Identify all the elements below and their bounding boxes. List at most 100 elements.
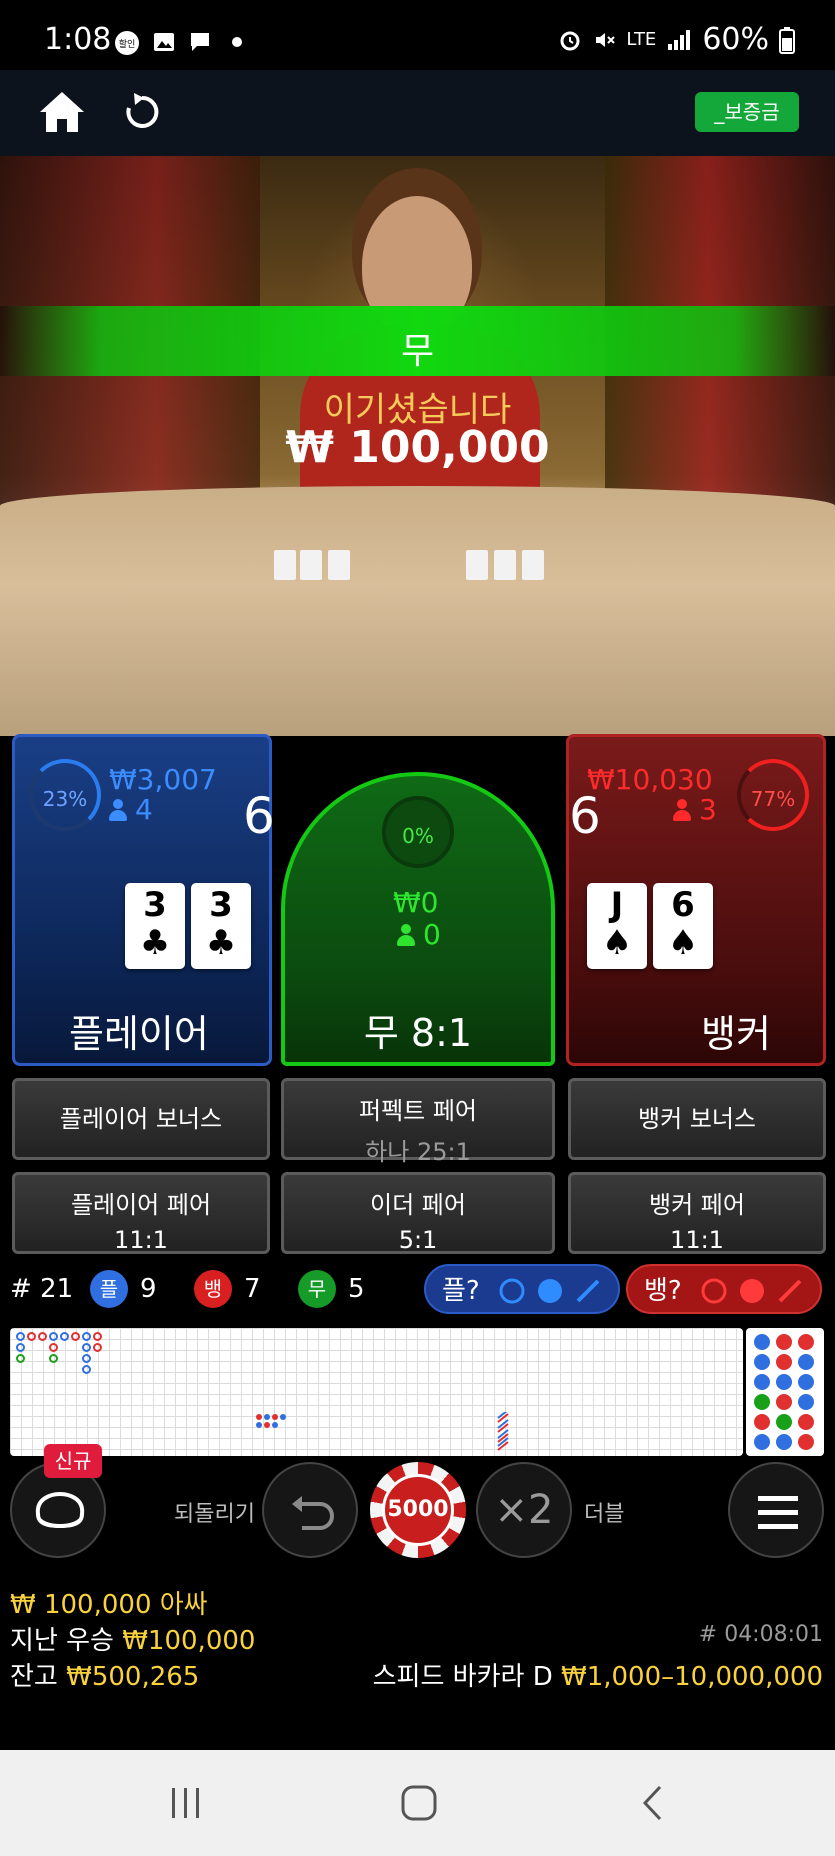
banker-bet-area[interactable]: 77% ₩10,030 3 6 J ♠ 6 ♠ 뱅커 (566, 734, 826, 1066)
undo-button[interactable] (262, 1462, 358, 1558)
road-mark (93, 1343, 102, 1352)
road-mark (754, 1354, 770, 1370)
player-win-count: 9 (140, 1274, 157, 1304)
road-mark (60, 1332, 69, 1341)
banker-pair-button[interactable]: 뱅커 페어 11:1 (568, 1172, 826, 1254)
banker-card: J ♠ (587, 883, 647, 969)
ask-banker-button[interactable]: 뱅? (626, 1264, 822, 1314)
status-time: 1:08 (44, 22, 112, 57)
table-card (274, 550, 296, 580)
roadmap-side-panel[interactable] (746, 1328, 824, 1456)
banker-count-row: 3 (673, 793, 717, 826)
win-amount: ₩ 100,000 (285, 422, 550, 473)
status-bar: 1:08 할인 LTE 60% (0, 0, 835, 70)
road-mark (256, 1414, 262, 1420)
menu-button[interactable] (728, 1462, 824, 1558)
road-mark (272, 1422, 278, 1428)
road-mark (264, 1414, 270, 1420)
balance-label: 잔고 (10, 1662, 58, 1692)
deposit-button[interactable]: _보증금 (695, 92, 799, 132)
game-id: # 04:08:01 (698, 1622, 823, 1647)
chip-5000[interactable]: 5000 (370, 1462, 466, 1558)
recent-apps-icon[interactable] (168, 1786, 204, 1820)
banker-bonus-button[interactable]: 뱅커 보너스 (568, 1078, 826, 1160)
round-number: # 21 (10, 1274, 74, 1304)
table-limits: ₩1,000–10,000,000 (560, 1662, 823, 1692)
tie-count-badge: 무 (298, 1270, 336, 1308)
player-score: 6 (243, 787, 275, 845)
perfect-pair-button[interactable]: 퍼펙트 페어 하나 25:1 (281, 1078, 555, 1166)
result-text: 무 (400, 331, 435, 372)
back-icon[interactable] (640, 1784, 666, 1822)
table-card (494, 550, 516, 580)
svg-text:할인: 할인 (119, 39, 136, 50)
road-mark (82, 1365, 91, 1374)
baccarat-table (0, 486, 835, 736)
player-count: 4 (135, 793, 153, 826)
player-card: 3 ♣ (125, 883, 185, 969)
road-mark (754, 1334, 770, 1350)
road-mark (776, 1334, 792, 1350)
road-mark (798, 1354, 814, 1370)
network-label: LTE (626, 29, 657, 50)
road-mark (38, 1332, 47, 1341)
road-mark (82, 1332, 91, 1341)
table-card (522, 550, 544, 580)
double-button[interactable]: ×2 (476, 1462, 572, 1558)
road-mark (71, 1332, 80, 1341)
last-win-label: 지난 우승 (10, 1626, 114, 1656)
road-mark (776, 1374, 792, 1390)
player-count-badge: 플 (90, 1270, 128, 1308)
road-mark (754, 1374, 770, 1390)
bet-suffix: 아싸 (159, 1590, 208, 1620)
road-mark (776, 1434, 792, 1450)
player-pair-button[interactable]: 플레이어 페어 11:1 (12, 1172, 270, 1254)
signal-icon (668, 29, 691, 50)
person-icon (109, 799, 127, 821)
bet-line: ₩ 100,000 아싸 (10, 1584, 208, 1621)
table-name: 스피드 바카라 D (372, 1662, 553, 1692)
home-icon[interactable] (38, 88, 86, 136)
banker-score: 6 (569, 787, 601, 845)
road-mark (256, 1422, 262, 1428)
android-nav-bar (0, 1750, 835, 1856)
road-mark (27, 1332, 36, 1341)
message-icon (188, 30, 212, 54)
road-mark (798, 1374, 814, 1390)
undo-icon (292, 1496, 334, 1530)
player-bet-area[interactable]: 23% ₩3,007 4 6 3 ♣ 3 ♣ 플레이어 (12, 734, 275, 1066)
road-mark (16, 1332, 25, 1341)
bet-amount: ₩ 100,000 (10, 1590, 152, 1620)
road-mark (754, 1434, 770, 1450)
banker-percent-ring: 77% (737, 759, 809, 831)
road-symbols-icon (701, 1278, 802, 1304)
tie-bet-area[interactable]: 0% ₩0 0 무 8:1 (281, 772, 555, 1066)
tie-percent-ring: 0% (382, 796, 454, 868)
mute-icon (596, 32, 616, 47)
battery-label: 60% (702, 22, 769, 57)
road-mark (754, 1414, 770, 1430)
road-mark (798, 1394, 814, 1410)
roadmap-grid[interactable] (10, 1328, 743, 1456)
road-mark (16, 1354, 25, 1363)
player-percent-ring: 23% (29, 759, 101, 831)
tie-win-count: 5 (348, 1274, 365, 1304)
image-icon (152, 30, 176, 54)
road-mark (776, 1394, 792, 1410)
road-symbols-icon (499, 1278, 600, 1304)
road-mark (497, 1412, 509, 1451)
player-bonus-button[interactable]: 플레이어 보너스 (12, 1078, 270, 1160)
undo-label: 되돌리기 (174, 1502, 255, 1527)
either-pair-button[interactable]: 이더 페어 5:1 (281, 1172, 555, 1254)
ask-banker-label: 뱅? (644, 1276, 682, 1306)
road-mark (798, 1434, 814, 1450)
status-right: LTE 60% (558, 22, 795, 57)
chip-value: 5000 (382, 1474, 454, 1546)
refresh-icon[interactable] (122, 90, 162, 134)
ask-player-button[interactable]: 플? (424, 1264, 620, 1314)
player-count-row: 4 (109, 793, 153, 826)
home-nav-icon[interactable] (400, 1784, 438, 1822)
road-mark (264, 1422, 270, 1428)
balance-line: 잔고 ₩500,265 (10, 1656, 199, 1693)
table-card (300, 550, 322, 580)
